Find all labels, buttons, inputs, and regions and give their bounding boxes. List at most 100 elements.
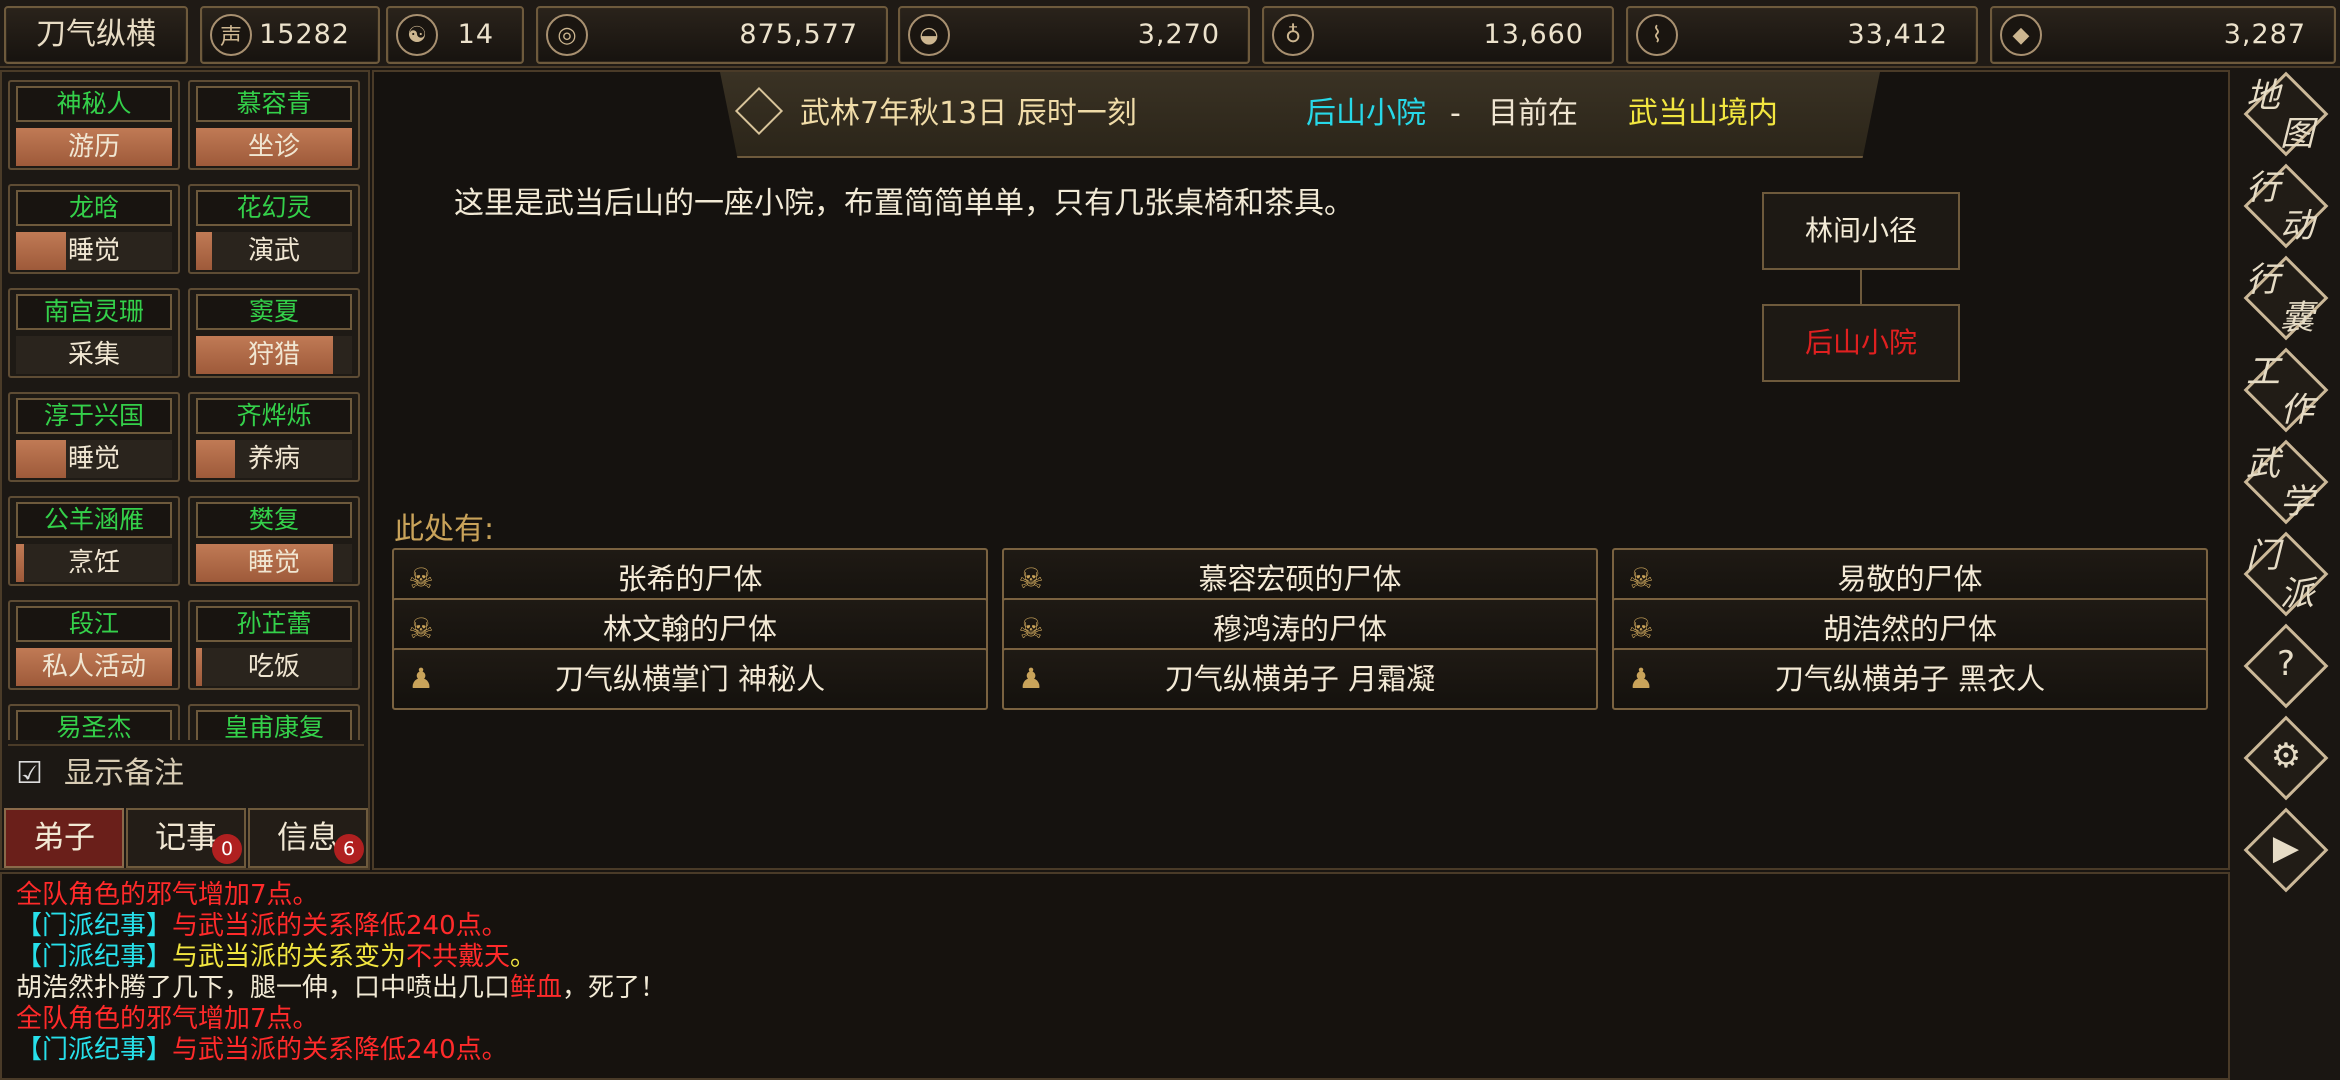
sect-name-plate[interactable]: 刀气纵横 — [4, 6, 188, 64]
notification-badge: 0 — [212, 834, 242, 864]
map-node-north[interactable]: 林间小径 — [1762, 192, 1960, 270]
event-log[interactable]: 全队角色的邪气增加7点。 【门派纪事】与武当派的关系降低240点。 【门派纪事】与武… — [0, 872, 2230, 1080]
tab-disciples[interactable]: 弟子 — [4, 808, 124, 868]
gear-icon: ⚙ — [2270, 736, 2302, 776]
map-node-current[interactable]: 后山小院 — [1762, 304, 1960, 382]
disciple-card[interactable]: 易圣杰 — [8, 704, 180, 740]
resource-value: 875,577 — [739, 19, 858, 50]
log-segment: 全队角色的邪气增加7点。 — [16, 880, 319, 910]
character-entry[interactable]: ♟ 刀气纵横掌门 神秘人 — [392, 648, 988, 710]
disciple-name: 龙晗 — [16, 190, 172, 226]
disciple-card[interactable]: 花幻灵 演武 — [188, 184, 360, 274]
menu-label: 工作 — [2244, 348, 2328, 432]
menu-char: 学 — [2280, 482, 2314, 522]
task-progress-fill — [16, 544, 24, 582]
disciple-name: 易圣杰 — [16, 710, 172, 740]
inventory-button[interactable]: 行囊 — [2243, 255, 2329, 341]
resource-reputation[interactable]: 声 15282 — [200, 6, 380, 64]
disciple-task: 私人活动 — [16, 648, 172, 686]
disciple-card[interactable]: 齐烨烁 养病 — [188, 392, 360, 482]
disciple-task: 睡觉 — [196, 544, 352, 582]
disciple-card[interactable]: 樊复 睡觉 — [188, 496, 360, 586]
location-name: 后山小院 — [1306, 96, 1426, 131]
menu-char: 派 — [2280, 574, 2314, 614]
disciple-name: 公羊涵雁 — [16, 502, 172, 538]
character-entry[interactable]: ♟ 刀气纵横弟子 月霜凝 — [1002, 648, 1598, 710]
tab-label: 弟子 — [33, 820, 95, 856]
disciple-task: 烹饪 — [16, 544, 172, 582]
coin-icon: ◎ — [546, 14, 588, 56]
tab-records[interactable]: 记事 0 — [126, 808, 246, 868]
resource-wood[interactable]: ⌇ 33,412 — [1626, 6, 1978, 64]
tab-messages[interactable]: 信息 6 — [248, 808, 368, 868]
disciple-list[interactable]: 神秘人 游历 慕容青 坐诊 龙晗 睡觉 花幻灵 演武 南宫灵珊 采集 窦夏 狩猎 淳于兴国 睡觉 齐烨烁 养病… — [8, 80, 364, 740]
log-segment: 与武当派的关系变为 — [172, 942, 407, 972]
disciple-card[interactable]: 南宫灵珊 采集 — [8, 288, 180, 378]
sect-name: 刀气纵横 — [36, 17, 156, 52]
menu-label: ▶ — [2244, 808, 2328, 892]
disciple-task: 养病 — [196, 440, 352, 478]
disciple-card[interactable]: 淳于兴国 睡觉 — [8, 392, 180, 482]
resource-herbs[interactable]: ♁ 13,660 — [1262, 6, 1614, 64]
map-node-label: 林间小径 — [1804, 214, 1917, 247]
log-segment: 全队角色的邪气增加7点。 — [16, 1004, 319, 1034]
gourd-herb-icon: ♁ — [1272, 14, 1314, 56]
time-location-banner: 武林7年秋13日 辰时一刻 后山小院 - 目前在 武当山境内 — [720, 72, 1880, 158]
menu-char: 行 — [2246, 168, 2280, 208]
settings-button[interactable]: ⚙ — [2243, 715, 2329, 801]
resource-value: 3,287 — [2223, 19, 2306, 50]
entity-label: 刀气纵横弟子 月霜凝 — [1164, 662, 1436, 696]
help-button[interactable]: ? — [2243, 623, 2329, 709]
action-button[interactable]: 行动 — [2243, 163, 2329, 249]
entity-label: 张希的尸体 — [617, 562, 763, 596]
disciple-task: 游历 — [16, 128, 172, 166]
entity-label: 刀气纵横掌门 神秘人 — [554, 662, 826, 696]
log-line: 胡浩然扑腾了几下，腿一伸，口中喷出几口鲜血，死了！ — [16, 973, 2214, 1004]
log-line: 全队角色的邪气增加7点。 — [16, 880, 2214, 911]
task-label: 坐诊 — [247, 132, 300, 162]
play-button[interactable]: ▶ — [2243, 807, 2329, 893]
task-label: 演武 — [247, 236, 300, 266]
show-notes-toggle[interactable]: ☑ 显示备注 — [8, 744, 364, 800]
scroll-icon — [734, 86, 784, 136]
resource-food[interactable]: ◒ 3,270 — [898, 6, 1250, 64]
disciple-card[interactable]: 公羊涵雁 烹饪 — [8, 496, 180, 586]
resource-yin-yang[interactable]: ☯ 14 — [386, 6, 524, 64]
location-prefix: 目前在 — [1488, 96, 1578, 131]
game-time: 武林7年秋13日 辰时一刻 — [800, 96, 1137, 131]
disciple-card[interactable]: 慕容青 坐诊 — [188, 80, 360, 170]
martial-arts-button[interactable]: 武学 — [2243, 439, 2329, 525]
menu-char: 作 — [2280, 390, 2314, 430]
disciple-card[interactable]: 窦夏 狩猎 — [188, 288, 360, 378]
sect-button[interactable]: 门派 — [2243, 531, 2329, 617]
disciple-name: 皇甫康复 — [196, 710, 352, 740]
wood-log-icon: ⌇ — [1636, 14, 1678, 56]
disciple-card[interactable]: 龙晗 睡觉 — [8, 184, 180, 274]
disciple-card[interactable]: 段江 私人活动 — [8, 600, 180, 690]
menu-label: ⚙ — [2244, 716, 2328, 800]
task-progress-fill — [16, 232, 66, 270]
disciple-card[interactable]: 孙芷蕾 吃饭 — [188, 600, 360, 690]
log-segment: 与武当派的关系降低240点。 — [172, 911, 508, 941]
resource-ore[interactable]: ◆ 3,287 — [1990, 6, 2336, 64]
resource-money[interactable]: ◎ 875,577 — [536, 6, 888, 64]
menu-label: 地图 — [2244, 72, 2328, 156]
map-node-label: 后山小院 — [1804, 326, 1917, 359]
log-segment: 【门派纪事】 — [16, 911, 173, 941]
disciple-task: 睡觉 — [16, 232, 172, 270]
disciple-name: 神秘人 — [16, 86, 172, 122]
task-label: 养病 — [247, 444, 300, 474]
menu-char: 地 — [2246, 76, 2280, 116]
character-entry[interactable]: ♟ 刀气纵横弟子 黑衣人 — [1612, 648, 2208, 710]
disciple-card[interactable]: 皇甫康复 — [188, 704, 360, 740]
entity-label: 穆鸿涛的尸体 — [1212, 612, 1387, 646]
work-button[interactable]: 工作 — [2243, 347, 2329, 433]
task-progress-fill — [16, 440, 66, 478]
checkbox-icon[interactable]: ☑ — [16, 756, 43, 791]
tab-label: 信息 — [277, 820, 339, 856]
resource-value: 3,270 — [1137, 19, 1220, 50]
map-button[interactable]: 地图 — [2243, 71, 2329, 157]
disciple-card[interactable]: 神秘人 游历 — [8, 80, 180, 170]
log-segment: 。 — [510, 942, 537, 972]
menu-label: 行动 — [2244, 164, 2328, 248]
